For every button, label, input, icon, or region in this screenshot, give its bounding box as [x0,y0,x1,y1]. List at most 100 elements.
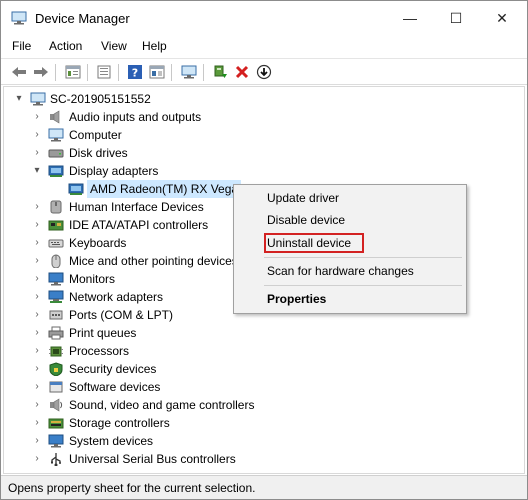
tree-category-label: Audio inputs and outputs [69,110,202,124]
title-bar[interactable]: Device Manager — ☐ ✕ [1,1,527,35]
properties-sheet-button[interactable] [63,63,83,81]
keyboard-icon [48,239,64,248]
sound-controller-icon [50,398,63,412]
software-device-icon [49,381,63,393]
tree-category-label: Software devices [69,380,161,394]
uninstall-device-button[interactable] [232,63,252,81]
collapsed-chevron-icon[interactable]: › [32,216,42,234]
tree-category-node[interactable]: › Print queues [4,324,524,342]
computer-icon [48,128,64,142]
tree-category-label: Security devices [69,362,157,376]
menu-properties[interactable]: Properties [267,289,326,309]
mouse-icon [51,254,61,268]
tree-category-node[interactable]: › Software devices [4,378,524,396]
storage-controller-icon [48,418,64,429]
menu-action[interactable]: Action [49,39,82,53]
menu-help[interactable]: Help [142,39,167,53]
ide-controller-icon [48,220,64,231]
collapsed-chevron-icon[interactable]: › [32,126,42,144]
expanded-chevron-icon[interactable]: ▾ [32,162,42,180]
collapsed-chevron-icon[interactable]: › [32,396,42,414]
collapsed-chevron-icon[interactable]: › [32,234,42,252]
collapsed-chevron-icon[interactable]: › [32,198,42,216]
tree-root-label: SC-201905151552 [50,92,151,106]
context-menu-separator [264,257,462,258]
scan-hardware-icon [181,65,197,79]
menu-disable-device[interactable]: Disable device [267,210,345,230]
context-menu: Update driver Disable device Uninstall d… [233,184,467,314]
collapsed-chevron-icon[interactable]: › [32,306,42,324]
tree-category-label: Computer [69,128,122,142]
tree-category-label: System devices [69,434,154,448]
collapsed-chevron-icon[interactable]: › [32,288,42,306]
tree-category-label: Human Interface Devices [69,200,204,214]
tree-category-node[interactable]: › Universal Serial Bus controllers [4,450,524,468]
expanded-chevron-icon[interactable]: ▾ [14,90,24,108]
menu-view[interactable]: View [101,39,127,53]
display-adapter-icon [68,183,84,195]
disable-device-icon [256,64,272,80]
tree-category-label: Disk drives [69,146,128,160]
tree-category-label: Mice and other pointing devices [69,254,238,268]
usb-icon [51,453,61,466]
collapsed-chevron-icon[interactable]: › [32,378,42,396]
tree-category-node[interactable]: › Storage controllers [4,414,524,432]
disable-device-button[interactable] [254,63,274,81]
collapsed-chevron-icon[interactable]: › [32,432,42,450]
show-hidden-icon [97,65,111,79]
collapsed-chevron-icon[interactable]: › [32,450,42,468]
minimize-button[interactable]: — [387,1,433,35]
tree-category-node[interactable]: › Computer [4,126,524,144]
tree-root-node[interactable]: ▾ SC-201905151552 [4,90,524,108]
menu-update-driver[interactable]: Update driver [267,188,339,208]
tree-category-label: Network adapters [69,290,164,304]
display-adapter-icon [48,165,64,177]
tree-category-node[interactable]: › System devices [4,432,524,450]
update-driver-button[interactable] [210,63,230,81]
help-button[interactable]: ? [125,63,145,81]
tree-category-node[interactable]: › Disk drives [4,144,524,162]
tree-category-node[interactable]: › Sound, video and game controllers [4,396,524,414]
forward-button[interactable] [31,63,51,81]
back-button[interactable] [9,63,29,81]
uninstall-icon [235,65,249,79]
collapsed-chevron-icon[interactable]: › [32,324,42,342]
collapsed-chevron-icon[interactable]: › [32,270,42,288]
menu-uninstall-device[interactable]: Uninstall device [267,233,351,253]
tree-category-node[interactable]: › Processors [4,342,524,360]
collapsed-chevron-icon[interactable]: › [32,252,42,270]
tree-category-label: Print queues [69,326,137,340]
tree-category-label: Universal Serial Bus controllers [69,452,236,466]
show-hidden-button[interactable] [94,63,114,81]
window-title: Device Manager [35,11,130,26]
menu-scan-hardware-changes[interactable]: Scan for hardware changes [267,261,414,281]
system-device-icon [48,434,64,448]
help-icon: ? [128,65,142,80]
network-adapter-icon [48,290,64,303]
collapsed-chevron-icon[interactable]: › [32,342,42,360]
tree-category-label: Ports (COM & LPT) [69,308,174,322]
computer-icon [30,92,46,106]
tree-category-node[interactable]: › Audio inputs and outputs [4,108,524,126]
tree-category-label: Sound, video and game controllers [69,398,255,412]
device-manager-app-icon [11,11,27,25]
properties-sheet-icon [65,65,81,79]
tree-category-label: IDE ATA/ATAPI controllers [69,218,209,232]
port-icon [49,310,63,320]
collapsed-chevron-icon[interactable]: › [32,108,42,126]
collapsed-chevron-icon[interactable]: › [32,144,42,162]
close-button[interactable]: ✕ [479,1,525,35]
printer-icon [48,326,64,340]
menu-file[interactable]: File [12,39,31,53]
collapsed-chevron-icon[interactable]: › [32,414,42,432]
context-menu-separator [264,285,462,286]
action-sheet-button[interactable] [147,63,167,81]
svg-text:?: ? [132,67,138,80]
update-driver-icon [214,65,227,78]
maximize-button[interactable]: ☐ [433,1,479,35]
tree-category-node[interactable]: ▾ Display adapters [4,162,524,180]
speaker-icon [50,110,60,124]
scan-hardware-button[interactable] [179,63,199,81]
tree-category-node[interactable]: › Security devices [4,360,524,378]
collapsed-chevron-icon[interactable]: › [32,360,42,378]
